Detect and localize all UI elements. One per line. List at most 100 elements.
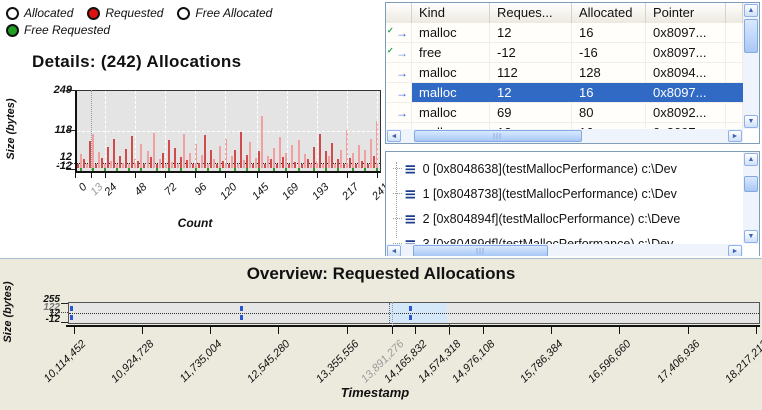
allocation-bar [258, 151, 260, 168]
scroll-right-button[interactable]: ► [728, 130, 742, 142]
scroll-thumb[interactable] [744, 176, 758, 192]
details-plot-area[interactable] [75, 90, 381, 173]
requested-legend-dot-icon [87, 7, 100, 20]
stack-frame-icon: ≡ [404, 210, 417, 228]
scroll-left-button[interactable]: ◄ [387, 130, 401, 142]
scroll-down-button[interactable]: ▼ [744, 230, 758, 243]
list-item[interactable]: ≡ 0 [0x8048638](testMallocPerformance) c… [386, 156, 743, 181]
allocation-bar [301, 164, 303, 168]
legend-item-allocated[interactable]: Allocated [6, 6, 73, 20]
x-tick-mark [74, 327, 75, 334]
overview-title: Overview: Requested Allocations [0, 264, 762, 284]
cell-requested: -12 [490, 43, 572, 62]
x-tick-mark [210, 327, 211, 334]
event-marker [409, 306, 412, 311]
legend-item-requested[interactable]: Requested [87, 6, 163, 20]
y-tick-mark [66, 130, 75, 131]
legend-label: Allocated [24, 6, 73, 20]
scroll-right-button[interactable]: ► [728, 245, 742, 257]
list-vertical-scrollbar[interactable]: ▲ ▼ [743, 152, 759, 244]
free-arrow-icon: ← [396, 44, 408, 62]
overview-band[interactable] [68, 302, 760, 324]
list-item[interactable]: ≡ 1 [0x8048738](testMallocPerformance) c… [386, 181, 743, 206]
x-tick-mark [142, 327, 143, 334]
table-vertical-scrollbar[interactable]: ▲ ▼ [743, 3, 759, 129]
timestamp-tick-label: 12,545,280 [225, 338, 293, 406]
allocation-bar [180, 157, 182, 168]
allocation-bar [355, 164, 357, 168]
allocation-bar [358, 145, 360, 168]
allocation-bar [125, 149, 127, 168]
legend-label: Requested [105, 6, 163, 20]
column-header-icon[interactable] [386, 3, 412, 23]
tree-line [396, 162, 397, 238]
legend-item-free-requested[interactable]: Free Requested [6, 23, 110, 37]
timestamp-tick-label: 10,114,452 [21, 338, 89, 406]
allocation-bar [204, 135, 206, 168]
free-mark [156, 168, 158, 171]
cell-kind: malloc [412, 23, 490, 42]
allocation-bar [134, 159, 136, 168]
x-tick-mark [483, 327, 484, 334]
x-tick-mark [415, 327, 416, 334]
timestamp-tick-label: 15,786,384 [498, 338, 566, 406]
list-horizontal-scrollbar[interactable]: ◄ ► [386, 244, 743, 258]
allocation-bar [340, 150, 342, 168]
legend-item-free-allocated[interactable]: Free Allocated [177, 6, 272, 20]
free-mark [364, 168, 366, 171]
allocation-table-panel: Kind Reques... Allocated Pointer ✓→ mall… [385, 2, 760, 144]
scroll-thumb[interactable] [413, 245, 548, 257]
stack-frame-icon: ≡ [404, 160, 417, 178]
scroll-down-button[interactable]: ▼ [744, 115, 758, 128]
scroll-left-button[interactable]: ◄ [387, 245, 401, 257]
x-tick-label: 193 [290, 181, 331, 222]
table-row[interactable]: → malloc 112 128 0x8094... [386, 63, 743, 83]
table-row[interactable]: ✓→ malloc 12 16 0x8097... [386, 23, 743, 43]
band-midline [69, 313, 759, 314]
x-tick-label: 169 [260, 181, 301, 222]
scroll-up-button[interactable]: ▲ [744, 153, 758, 166]
chart-legend-row2: Free Requested [6, 23, 124, 37]
scroll-thumb[interactable] [414, 130, 582, 142]
stack-trace-panel: ≡ 0 [0x8048638](testMallocPerformance) c… [385, 151, 760, 259]
allocation-bar [101, 158, 103, 168]
allocation-bar [171, 162, 173, 168]
allocation-bar [137, 161, 139, 168]
stack-frame-text: 2 [0x804894f](testMallocPerformance) c:\… [423, 212, 681, 226]
column-header-kind[interactable]: Kind [412, 3, 490, 23]
allocation-bar [150, 157, 152, 168]
allocation-bar [110, 161, 112, 168]
event-marker [70, 315, 73, 320]
timestamp-tick-label: 16,596,660 [566, 338, 634, 406]
table-row[interactable]: ✓← free -12 -16 0x8097... [386, 43, 743, 63]
allocation-bar [343, 164, 345, 168]
allocation-bar [310, 164, 312, 168]
allocation-bar [195, 144, 197, 169]
table-row[interactable]: → malloc 69 80 0x8092... [386, 103, 743, 123]
cell-pointer: 0x8097... [646, 43, 726, 62]
list-item[interactable]: ≡ 2 [0x804894f](testMallocPerformance) c… [386, 206, 743, 231]
thumb-grip [494, 133, 503, 139]
cell-pointer: 0x8097... [646, 83, 726, 102]
column-header-pointer[interactable]: Pointer [646, 3, 726, 23]
column-header-allocated[interactable]: Allocated [572, 3, 646, 23]
stack-frame-icon: ≡ [404, 235, 417, 245]
list-item-clipped[interactable]: ≡ 3 [0x80489df](testMallocPerformance) c… [386, 231, 743, 244]
allocation-bar [98, 152, 100, 168]
scroll-thumb[interactable] [744, 19, 758, 53]
allocation-bar [131, 136, 133, 168]
scroll-up-button[interactable]: ▲ [744, 4, 758, 17]
allocation-bar [122, 163, 124, 169]
allocation-bar [313, 147, 315, 168]
column-header-requested[interactable]: Reques... [490, 3, 572, 23]
table-horizontal-scrollbar[interactable]: ◄ ► [386, 129, 743, 143]
stack-frame-text: 0 [0x8048638](testMallocPerformance) c:\… [423, 162, 677, 176]
free-allocated-legend-dot-icon [177, 7, 190, 20]
cell-allocated: -16 [572, 43, 646, 62]
table-row-selected[interactable]: → malloc 12 16 0x8097... [386, 83, 743, 103]
allocation-bar [95, 164, 97, 168]
scroll-down-icon: ▼ [748, 233, 755, 240]
free-mark [298, 168, 300, 171]
allocation-bar [219, 146, 221, 168]
cell-requested: 69 [490, 103, 572, 122]
